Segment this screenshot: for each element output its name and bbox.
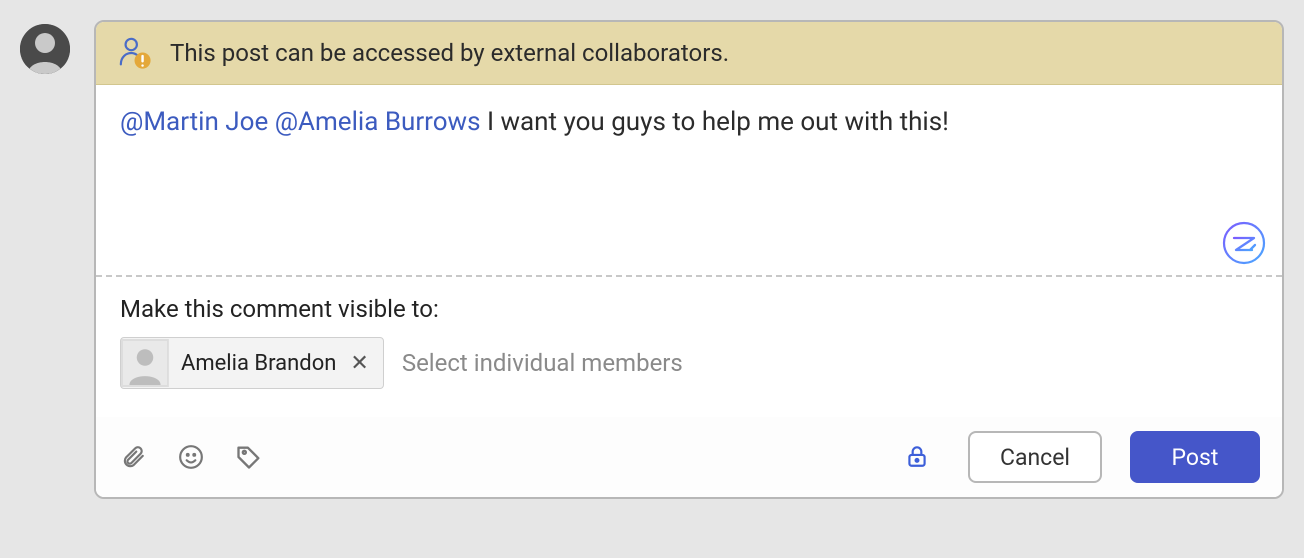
- mention[interactable]: @Amelia Burrows: [275, 107, 481, 137]
- zia-assistant-icon[interactable]: [1222, 221, 1266, 265]
- author-avatar: [20, 24, 70, 74]
- external-warning-text: This post can be accessed by external co…: [170, 39, 729, 67]
- chip-name: Amelia Brandon: [169, 351, 346, 376]
- external-warning-banner: This post can be accessed by external co…: [96, 22, 1282, 85]
- composer-toolbar: Cancel Post: [96, 417, 1282, 497]
- post-composer: This post can be accessed by external co…: [94, 20, 1284, 499]
- emoji-icon[interactable]: [176, 442, 206, 472]
- chip-remove-icon[interactable]: ✕: [346, 351, 382, 376]
- tag-icon[interactable]: [234, 442, 264, 472]
- visibility-input-placeholder[interactable]: Select individual members: [402, 349, 683, 377]
- visibility-panel: Make this comment visible to: Amelia Bra…: [96, 277, 1282, 417]
- post-button[interactable]: Post: [1130, 431, 1260, 483]
- visibility-chip: Amelia Brandon ✕: [120, 337, 384, 389]
- mention[interactable]: @Martin Joe: [120, 107, 268, 137]
- composer-textarea[interactable]: @Martin Joe @Amelia Burrows I want you g…: [96, 85, 1282, 275]
- external-user-warning-icon: [118, 36, 152, 70]
- post-composer-wrapper: This post can be accessed by external co…: [20, 20, 1284, 499]
- composer-content: @Martin Joe @Amelia Burrows I want you g…: [120, 105, 1258, 140]
- attachment-icon[interactable]: [118, 442, 148, 472]
- visibility-chip-row[interactable]: Amelia Brandon ✕ Select individual membe…: [120, 337, 1258, 389]
- composer-body-text: I want you guys to help me out with this…: [487, 107, 949, 137]
- cancel-button[interactable]: Cancel: [968, 431, 1102, 483]
- visibility-label: Make this comment visible to:: [120, 295, 1258, 323]
- lock-icon[interactable]: [904, 443, 932, 471]
- chip-avatar-icon: [121, 339, 169, 387]
